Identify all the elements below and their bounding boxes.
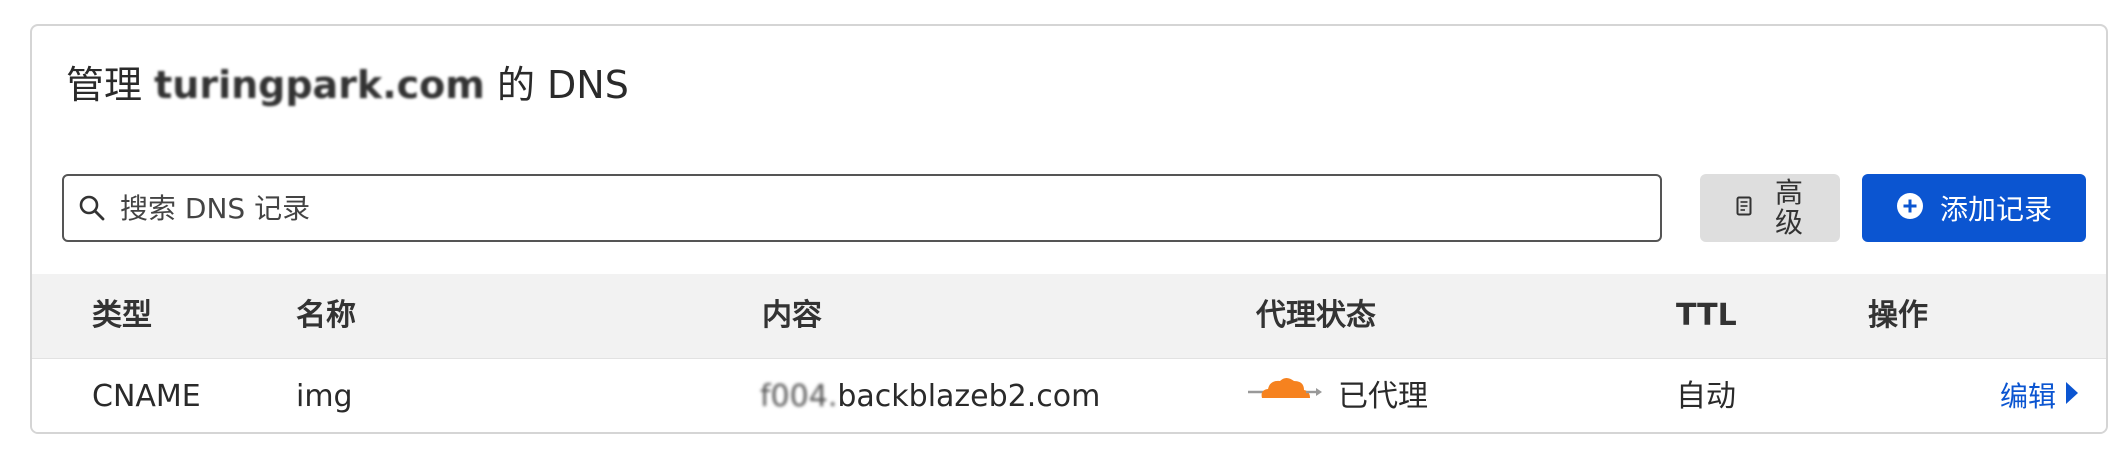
proxy-status: 已代理 [1248, 359, 1428, 432]
add-record-button[interactable]: 添加记录 [1862, 174, 2086, 242]
plus-circle-icon [1896, 192, 1924, 224]
add-record-label: 添加记录 [1939, 193, 2052, 226]
table-row[interactable]: CNAME img f004.backblazeb2.com 已代理 自动 编辑 [32, 359, 2106, 432]
record-content-masked: f004. [760, 379, 838, 414]
dns-records-card: 管理 turingpark.com 的 DNS 高级 [30, 24, 2108, 434]
title-prefix: 管理 [66, 63, 143, 107]
search-input[interactable] [120, 178, 1660, 238]
column-header-name[interactable]: 名称 [296, 274, 356, 358]
caret-right-icon [2064, 359, 2080, 432]
record-name: img [296, 379, 353, 414]
document-icon [1736, 196, 1752, 220]
search-icon [64, 174, 120, 242]
title-suffix: 的 DNS [496, 63, 629, 107]
proxy-status-label: 已代理 [1338, 379, 1428, 414]
domain-name: turingpark.com [154, 63, 485, 107]
toolbar: 高级 添加记录 [62, 174, 2086, 242]
record-ttl: 自动 [1676, 379, 1736, 414]
record-content: f004.backblazeb2.com [760, 359, 1101, 432]
column-header-type[interactable]: 类型 [92, 274, 152, 358]
cloud-proxied-icon [1248, 359, 1324, 432]
column-header-proxy-status[interactable]: 代理状态 [1256, 274, 1376, 358]
page-title: 管理 turingpark.com 的 DNS [66, 60, 629, 110]
column-header-content[interactable]: 内容 [762, 274, 822, 358]
record-type: CNAME [92, 379, 201, 414]
search-box[interactable] [62, 174, 1662, 242]
advanced-button[interactable]: 高级 [1700, 174, 1840, 242]
table-header: 类型 名称 内容 代理状态 TTL 操作 [32, 274, 2106, 359]
record-content-domain: backblazeb2.com [837, 379, 1101, 414]
advanced-button-label: 高级 [1774, 176, 1803, 239]
column-header-ttl[interactable]: TTL [1676, 274, 1737, 358]
column-header-actions: 操作 [1868, 298, 1928, 333]
edit-label: 编辑 [2000, 380, 2057, 413]
edit-record-button[interactable]: 编辑 [2000, 359, 2080, 432]
